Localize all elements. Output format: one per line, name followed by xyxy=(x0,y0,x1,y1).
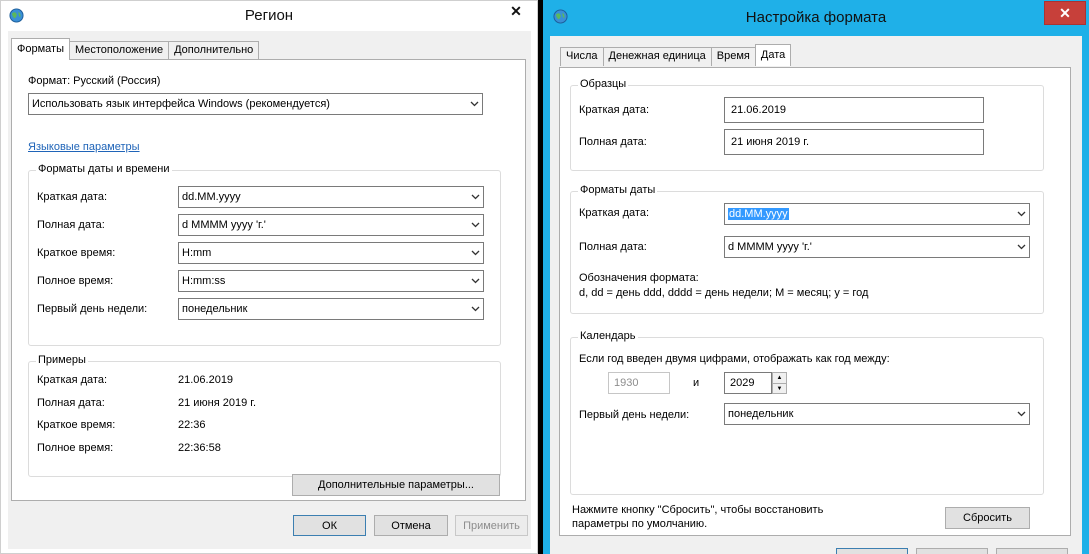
tab-date[interactable]: Дата xyxy=(754,44,792,66)
date-formats-group-title: Форматы даты xyxy=(578,184,658,196)
year-to-input[interactable]: 2029 xyxy=(724,372,772,394)
example-long-date-value: 21 июня 2019 г. xyxy=(178,397,257,409)
region-client: Форматы Местоположение Дополнительно Фор… xyxy=(8,31,531,549)
notation-title: Обозначения формата: xyxy=(579,272,699,284)
example-long-date-label: Полная дата: xyxy=(37,397,105,409)
example-short-date-value: 21.06.2019 xyxy=(178,374,234,386)
region-title: Регион xyxy=(244,7,294,24)
samples-group: Образцы Краткая дата: 21.06.2019 Полная … xyxy=(570,78,1044,171)
format-long-date-label: Полная дата: xyxy=(579,241,647,253)
tab-time[interactable]: Время xyxy=(710,47,756,66)
short-time-combo[interactable]: H:mm xyxy=(178,242,484,264)
tab-additional[interactable]: Дополнительно xyxy=(168,41,260,60)
first-day-label: Первый день недели: xyxy=(37,303,148,315)
datetime-group-title: Форматы даты и времени xyxy=(36,163,172,175)
example-short-time-label: Краткое время: xyxy=(37,419,116,431)
chevron-down-icon xyxy=(467,215,483,235)
chevron-down-icon xyxy=(467,187,483,207)
format-title: Настройка формата xyxy=(745,9,887,26)
sample-short-date-box: 21.06.2019 xyxy=(724,97,984,123)
two-digit-year-text: Если год введен двумя цифрами, отображат… xyxy=(579,353,890,365)
format-short-date-value[interactable]: dd.MM.yyyy xyxy=(728,208,789,220)
sample-long-date-label: Полная дата: xyxy=(579,136,647,148)
format-client: Числа Денежная единица Время Дата Образц… xyxy=(550,36,1082,554)
short-date-label: Краткая дата: xyxy=(37,191,108,203)
ok-button[interactable]: ОК xyxy=(293,515,366,536)
chevron-down-icon xyxy=(1013,204,1029,224)
long-time-label: Полное время: xyxy=(37,275,114,287)
year-spinner[interactable]: ▲ ▼ xyxy=(772,372,787,394)
samples-group-title: Образцы xyxy=(578,78,629,90)
short-time-label: Краткое время: xyxy=(37,247,116,259)
notation-text: d, dd = день ddd, dddd = день недели; M … xyxy=(579,287,869,299)
calendar-first-day-value: понедельник xyxy=(728,408,794,420)
region-close-icon[interactable]: ✕ xyxy=(499,1,533,21)
format-apply-button-stub[interactable] xyxy=(996,548,1068,554)
reset-note-line-1: Нажмите кнопку "Сбросить", чтобы восстан… xyxy=(572,504,824,516)
reset-button[interactable]: Сбросить xyxy=(945,507,1030,529)
examples-group: Примеры Краткая дата: 21.06.2019 Полная … xyxy=(28,354,501,477)
calendar-group: Календарь Если год введен двумя цифрами,… xyxy=(570,330,1044,495)
long-date-label: Полная дата: xyxy=(37,219,105,231)
chevron-down-icon xyxy=(467,299,483,319)
format-label: Формат: Русский (Россия) xyxy=(28,75,161,87)
and-label: и xyxy=(693,377,700,389)
format-combo[interactable]: Использовать язык интерфейса Windows (ре… xyxy=(28,93,483,115)
format-cancel-button-stub[interactable] xyxy=(916,548,988,554)
example-long-time-value: 22:36:58 xyxy=(178,442,221,454)
example-short-date-label: Краткая дата: xyxy=(37,374,108,386)
format-value: Использовать язык интерфейса Windows (ре… xyxy=(32,98,330,110)
tab-location[interactable]: Местоположение xyxy=(68,41,170,60)
chevron-down-icon xyxy=(1013,237,1029,257)
example-long-time-label: Полное время: xyxy=(37,442,114,454)
long-time-combo[interactable]: H:mm:ss xyxy=(178,270,484,292)
format-tabs: Числа Денежная единица Время Дата xyxy=(560,44,792,66)
format-close-icon[interactable]: ✕ xyxy=(1044,1,1086,25)
formats-panel: Формат: Русский (Россия) Использовать яз… xyxy=(11,59,526,501)
spin-down-icon[interactable]: ▼ xyxy=(773,383,786,393)
format-titlebar[interactable]: Настройка формата ✕ xyxy=(543,0,1089,36)
sample-short-date-label: Краткая дата: xyxy=(579,104,650,116)
long-time-value: H:mm:ss xyxy=(182,275,226,287)
calendar-first-day-label: Первый день недели: xyxy=(579,409,690,421)
format-short-date-combo[interactable]: dd.MM.yyyy xyxy=(724,203,1030,225)
examples-group-title: Примеры xyxy=(36,354,88,366)
reset-note-line-2: параметры по умолчанию. xyxy=(572,518,708,530)
short-time-value: H:mm xyxy=(182,247,212,259)
calendar-group-title: Календарь xyxy=(578,330,638,342)
long-date-value: d MMMM yyyy 'г.' xyxy=(182,219,266,231)
tab-currency[interactable]: Денежная единица xyxy=(602,47,712,66)
region-titlebar[interactable]: Регион ✕ xyxy=(1,1,537,31)
chevron-down-icon xyxy=(467,243,483,263)
chevron-down-icon xyxy=(1013,404,1029,424)
spin-up-icon[interactable]: ▲ xyxy=(773,373,786,383)
short-date-value: dd.MM.yyyy xyxy=(182,191,241,203)
chevron-down-icon xyxy=(467,271,483,291)
short-date-combo[interactable]: dd.MM.yyyy xyxy=(178,186,484,208)
tab-numbers[interactable]: Числа xyxy=(560,47,604,66)
calendar-first-day-combo[interactable]: понедельник xyxy=(724,403,1030,425)
date-formats-group: Форматы даты Краткая дата: dd.MM.yyyy По… xyxy=(570,184,1044,314)
tab-formats[interactable]: Форматы xyxy=(11,38,70,60)
format-long-date-combo[interactable]: d MMMM yyyy 'г.' xyxy=(724,236,1030,258)
advanced-settings-button[interactable]: Дополнительные параметры... xyxy=(292,474,500,496)
region-tabs: Форматы Местоположение Дополнительно xyxy=(11,38,260,60)
datetime-formats-group: Форматы даты и времени Краткая дата: dd.… xyxy=(28,163,501,346)
apply-button[interactable]: Применить xyxy=(455,515,528,536)
sample-long-date-box: 21 июня 2019 г. xyxy=(724,129,984,155)
format-short-date-label: Краткая дата: xyxy=(579,207,650,219)
first-day-combo[interactable]: понедельник xyxy=(178,298,484,320)
format-window: Настройка формата ✕ Числа Денежная едини… xyxy=(543,0,1089,554)
long-date-combo[interactable]: d MMMM yyyy 'г.' xyxy=(178,214,484,236)
format-long-date-value: d MMMM yyyy 'г.' xyxy=(728,241,812,253)
example-short-time-value: 22:36 xyxy=(178,419,206,431)
format-ok-button-stub[interactable] xyxy=(836,548,908,554)
region-window: Регион ✕ Форматы Местоположение Дополнит… xyxy=(0,0,538,554)
language-settings-link[interactable]: Языковые параметры xyxy=(28,141,140,153)
chevron-down-icon xyxy=(466,94,482,114)
date-panel: Образцы Краткая дата: 21.06.2019 Полная … xyxy=(559,67,1071,536)
first-day-value: понедельник xyxy=(182,303,248,315)
year-from-input: 1930 xyxy=(608,372,670,394)
cancel-button[interactable]: Отмена xyxy=(374,515,448,536)
